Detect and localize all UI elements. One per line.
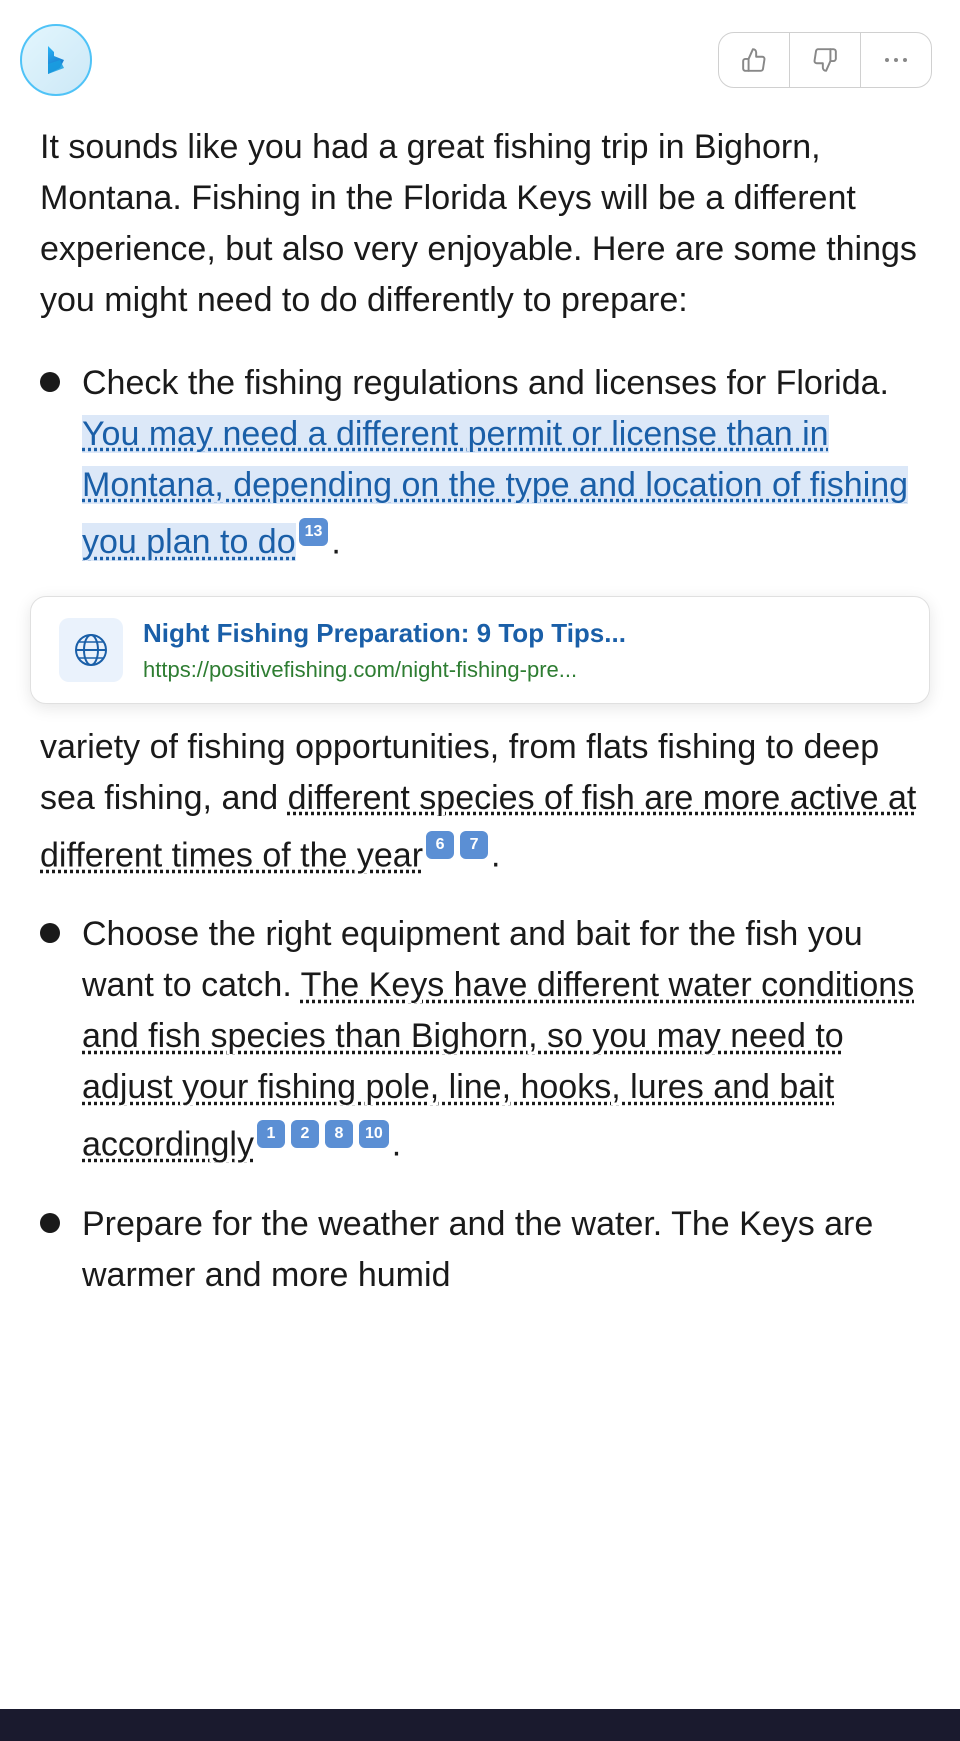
tooltip-url: https://positivefishing.com/night-fishin…	[143, 657, 901, 683]
bullet-1-prefix: Check the fishing regulations and licens…	[82, 364, 889, 402]
citation-10[interactable]: 10	[359, 1120, 389, 1148]
intro-paragraph: It sounds like you had a great fishing t…	[40, 122, 920, 326]
tooltip-card[interactable]: Night Fishing Preparation: 9 Top Tips...…	[30, 596, 930, 704]
bing-logo-svg	[34, 38, 78, 82]
thumbs-up-button[interactable]	[719, 33, 790, 87]
bullet-content-1: Check the fishing regulations and licens…	[82, 358, 920, 568]
thumbs-down-button[interactable]	[790, 33, 861, 87]
bullet-list: Check the fishing regulations and licens…	[40, 358, 920, 568]
citation-1[interactable]: 1	[257, 1120, 285, 1148]
tooltip-title: Night Fishing Preparation: 9 Top Tips...	[143, 617, 901, 651]
bullet-dot	[40, 1213, 60, 1233]
continued-paragraph: variety of fishing opportunities, from f…	[40, 722, 920, 881]
bullet-list-2: Choose the right equipment and bait for …	[40, 909, 920, 1300]
more-button[interactable]	[861, 42, 931, 78]
list-item: Choose the right equipment and bait for …	[40, 909, 920, 1170]
header	[0, 0, 960, 112]
bullet-dot	[40, 372, 60, 392]
list-item: Check the fishing regulations and licens…	[40, 358, 920, 568]
citation-2[interactable]: 2	[291, 1120, 319, 1148]
bullet-1-link[interactable]: You may need a different permit or licen…	[82, 415, 908, 561]
continued-suffix: .	[491, 836, 500, 874]
bullet-dot	[40, 923, 60, 943]
bottom-bar	[0, 1709, 960, 1741]
bullet-2-suffix: .	[392, 1126, 401, 1164]
list-item: Prepare for the weather and the water. T…	[40, 1199, 920, 1301]
header-actions	[718, 32, 932, 88]
tooltip-content: Night Fishing Preparation: 9 Top Tips...…	[143, 617, 901, 683]
content-area: It sounds like you had a great fishing t…	[0, 112, 960, 1301]
citation-8[interactable]: 8	[325, 1120, 353, 1148]
citation-7[interactable]: 7	[460, 831, 488, 859]
globe-icon	[59, 618, 123, 682]
bullet-content-3: Prepare for the weather and the water. T…	[82, 1199, 920, 1301]
bing-logo	[20, 24, 92, 96]
bullet-1-suffix: .	[331, 523, 340, 561]
bullet-3-prefix: Prepare for the weather and the water. T…	[82, 1205, 873, 1294]
bullet-content-2: Choose the right equipment and bait for …	[82, 909, 920, 1170]
citation-6[interactable]: 6	[426, 831, 454, 859]
citation-13[interactable]: 13	[299, 518, 329, 546]
phone-container: It sounds like you had a great fishing t…	[0, 0, 960, 1741]
